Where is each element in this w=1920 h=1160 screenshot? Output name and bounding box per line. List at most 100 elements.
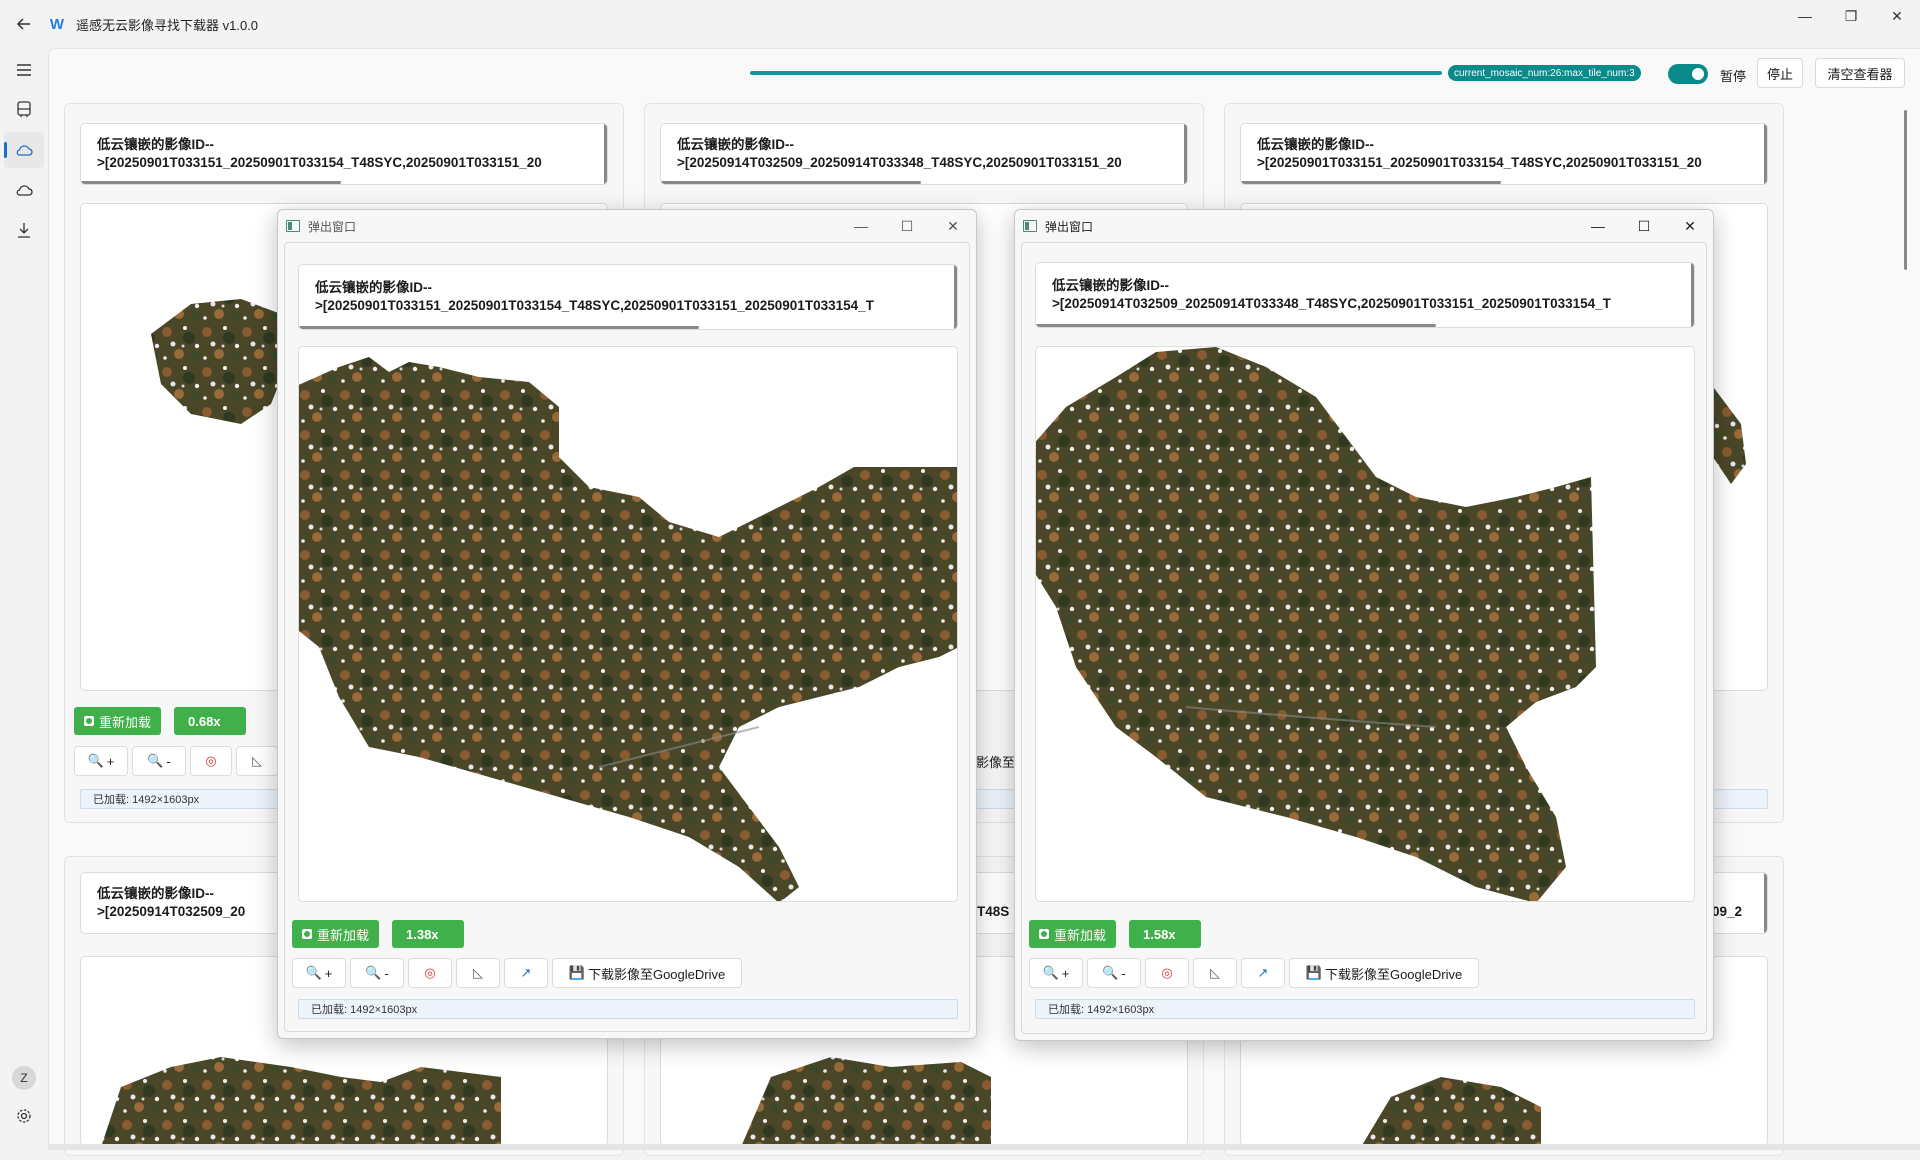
maximize-button[interactable]: ❐	[1828, 0, 1874, 32]
satellite-image	[299, 357, 957, 901]
window-controls: — ❐ ✕	[1782, 0, 1920, 32]
avatar[interactable]: Z	[12, 1066, 36, 1090]
zoom-in-button[interactable]: 🔍 +	[1029, 958, 1083, 988]
image-id-value: >[20250901T033151_20250901T033154_T48SYC…	[1257, 155, 1702, 170]
refresh-icon	[84, 716, 94, 726]
back-arrow-icon[interactable]	[0, 0, 48, 48]
image-id-label: 低云镶嵌的影像ID--	[97, 137, 214, 152]
image-id-box: 低云镶嵌的影像ID-- >[20250914T032509_20250914T0…	[1035, 262, 1695, 328]
loaded-status: 已加载: 1492×1603px	[298, 999, 958, 1019]
cloud-icon[interactable]	[4, 132, 44, 168]
title-bar: W 遥感无云影像寻找下载器 v1.0.0 — ❐ ✕	[0, 0, 1920, 48]
reload-button[interactable]: 重新加载	[292, 920, 380, 948]
close-button[interactable]: ✕	[1874, 0, 1920, 32]
zoom-out-button[interactable]: 🔍 -	[350, 958, 404, 988]
image-preview[interactable]	[298, 346, 958, 902]
nav-bottom: Z	[0, 1066, 48, 1128]
magnifier-plus-icon: 🔍	[1042, 965, 1059, 980]
magnifier-minus-icon: 🔍	[365, 965, 382, 980]
stop-button[interactable]: 停止	[1757, 58, 1803, 88]
popup-close-button[interactable]: ✕	[1667, 210, 1713, 242]
measure-button[interactable]: ◺	[236, 746, 278, 776]
image-id-box: 低云镶嵌的影像ID-- >[20250901T033151_20250901T0…	[80, 123, 608, 185]
download-drive-button[interactable]: 💾 下载影像至GoogleDrive	[1289, 958, 1479, 988]
refresh-icon	[302, 929, 312, 939]
menu-icon[interactable]	[4, 52, 44, 88]
target-button[interactable]: ◎	[1145, 958, 1189, 988]
image-id-label: 低云镶嵌的影像ID--	[1052, 278, 1169, 293]
app-title: 遥感无云影像寻找下载器 v1.0.0	[76, 17, 259, 33]
zoom-out-button[interactable]: 🔍 -	[1087, 958, 1141, 988]
image-id-value: >[20250901T033151_20250901T033154_T48SYC…	[97, 155, 542, 170]
reload-button[interactable]: 重新加载	[74, 707, 162, 735]
satellite-image	[1036, 347, 1596, 901]
open-external-button[interactable]: ↗	[1241, 958, 1285, 988]
image-id-value: >[20250914T032509_20250914T033348_T48SYC…	[1052, 296, 1611, 311]
download-icon[interactable]	[4, 212, 44, 248]
zoom-in-button[interactable]: 🔍 +	[74, 746, 128, 776]
ruler-triangle-icon: ◺	[252, 753, 262, 768]
zoom-in-button[interactable]: 🔍 +	[292, 958, 346, 988]
minimize-button[interactable]: —	[1782, 0, 1828, 32]
magnifier-plus-icon: 🔍	[305, 965, 322, 980]
download-partial-label: 影像至	[976, 755, 1016, 770]
open-external-button[interactable]: ↗	[504, 958, 548, 988]
horizontal-scrollbar[interactable]	[48, 1144, 1920, 1150]
zoom-level-badge: 1.58x	[1129, 920, 1201, 948]
popup-title: 弹出窗口	[308, 219, 357, 234]
vertical-scrollbar[interactable]	[1904, 110, 1907, 270]
popup-minimize-button[interactable]: —	[1575, 210, 1621, 242]
gear-icon[interactable]	[12, 1104, 36, 1128]
loaded-status: 已加载: 1492×1603px	[1035, 999, 1695, 1019]
magnifier-minus-icon: 🔍	[147, 753, 164, 768]
image-id-box: 低云镶嵌的影像ID-- >[20250901T033151_20250901T0…	[298, 264, 958, 330]
refresh-icon	[1039, 929, 1049, 939]
window-icon	[286, 220, 300, 232]
download-drive-button[interactable]: 💾 下载影像至GoogleDrive	[552, 958, 742, 988]
target-button[interactable]: ◎	[408, 958, 452, 988]
image-id-label: 低云镶嵌的影像ID--	[315, 280, 432, 295]
external-link-icon: ↗	[520, 965, 532, 980]
floppy-disk-icon: 💾	[568, 965, 585, 980]
popup-minimize-button[interactable]: —	[838, 210, 884, 242]
ruler-triangle-icon: ◺	[473, 965, 483, 980]
target-icon: ◎	[205, 753, 217, 768]
popup-title: 弹出窗口	[1045, 219, 1094, 234]
popup-close-button[interactable]: ✕	[930, 210, 976, 242]
measure-button[interactable]: ◺	[1193, 958, 1237, 988]
pause-toggle[interactable]	[1668, 64, 1708, 84]
image-id-value: >[20250901T033151_20250901T033154_T48SYC…	[315, 298, 874, 313]
magnifier-minus-icon: 🔍	[1102, 965, 1119, 980]
image-preview[interactable]	[1035, 346, 1695, 902]
popup-titlebar[interactable]: 弹出窗口 — ☐ ✕	[1015, 210, 1713, 242]
window-icon	[1023, 220, 1037, 232]
popup-window-1: 弹出窗口 — ☐ ✕ 低云镶嵌的影像ID-- >[20250901T033151…	[277, 209, 977, 1039]
popup-titlebar[interactable]: 弹出窗口 — ☐ ✕	[278, 210, 976, 242]
pause-toggle-label: 暂停	[1720, 69, 1747, 84]
ruler-triangle-icon: ◺	[1210, 965, 1220, 980]
magnifier-plus-icon: 🔍	[87, 753, 104, 768]
image-id-value: >[20250914T032509_20250914T033348_T48SYC…	[677, 155, 1122, 170]
reload-button[interactable]: 重新加载	[1029, 920, 1117, 948]
measure-button[interactable]: ◺	[456, 958, 500, 988]
zoom-out-button[interactable]: 🔍 -	[132, 746, 186, 776]
target-icon: ◎	[424, 965, 436, 980]
zoom-level-badge: 1.38x	[392, 920, 464, 948]
target-button[interactable]: ◎	[190, 746, 232, 776]
progress-bar	[750, 71, 1442, 75]
cloud-outline-icon[interactable]	[4, 172, 44, 208]
app-logo-icon: W	[49, 15, 65, 33]
bus-icon[interactable]	[4, 92, 44, 128]
status-pill: current_mosaic_num:26:max_tile_num:3	[1448, 65, 1641, 81]
external-link-icon: ↗	[1257, 965, 1269, 980]
floppy-disk-icon: 💾	[1305, 965, 1322, 980]
zoom-level-badge: 0.68x	[174, 707, 246, 735]
left-nav: Z	[0, 48, 48, 1148]
image-id-box: 低云镶嵌的影像ID-- >[20250914T032509_20250914T0…	[660, 123, 1188, 185]
target-icon: ◎	[1161, 965, 1173, 980]
popup-maximize-button[interactable]: ☐	[884, 210, 930, 242]
clear-viewer-button[interactable]: 清空查看器	[1815, 58, 1905, 88]
popup-window-2: 弹出窗口 — ☐ ✕ 低云镶嵌的影像ID-- >[20250914T032509…	[1014, 209, 1714, 1041]
image-id-box: 低云镶嵌的影像ID-- >[20250901T033151_20250901T0…	[1240, 123, 1768, 185]
popup-maximize-button[interactable]: ☐	[1621, 210, 1667, 242]
